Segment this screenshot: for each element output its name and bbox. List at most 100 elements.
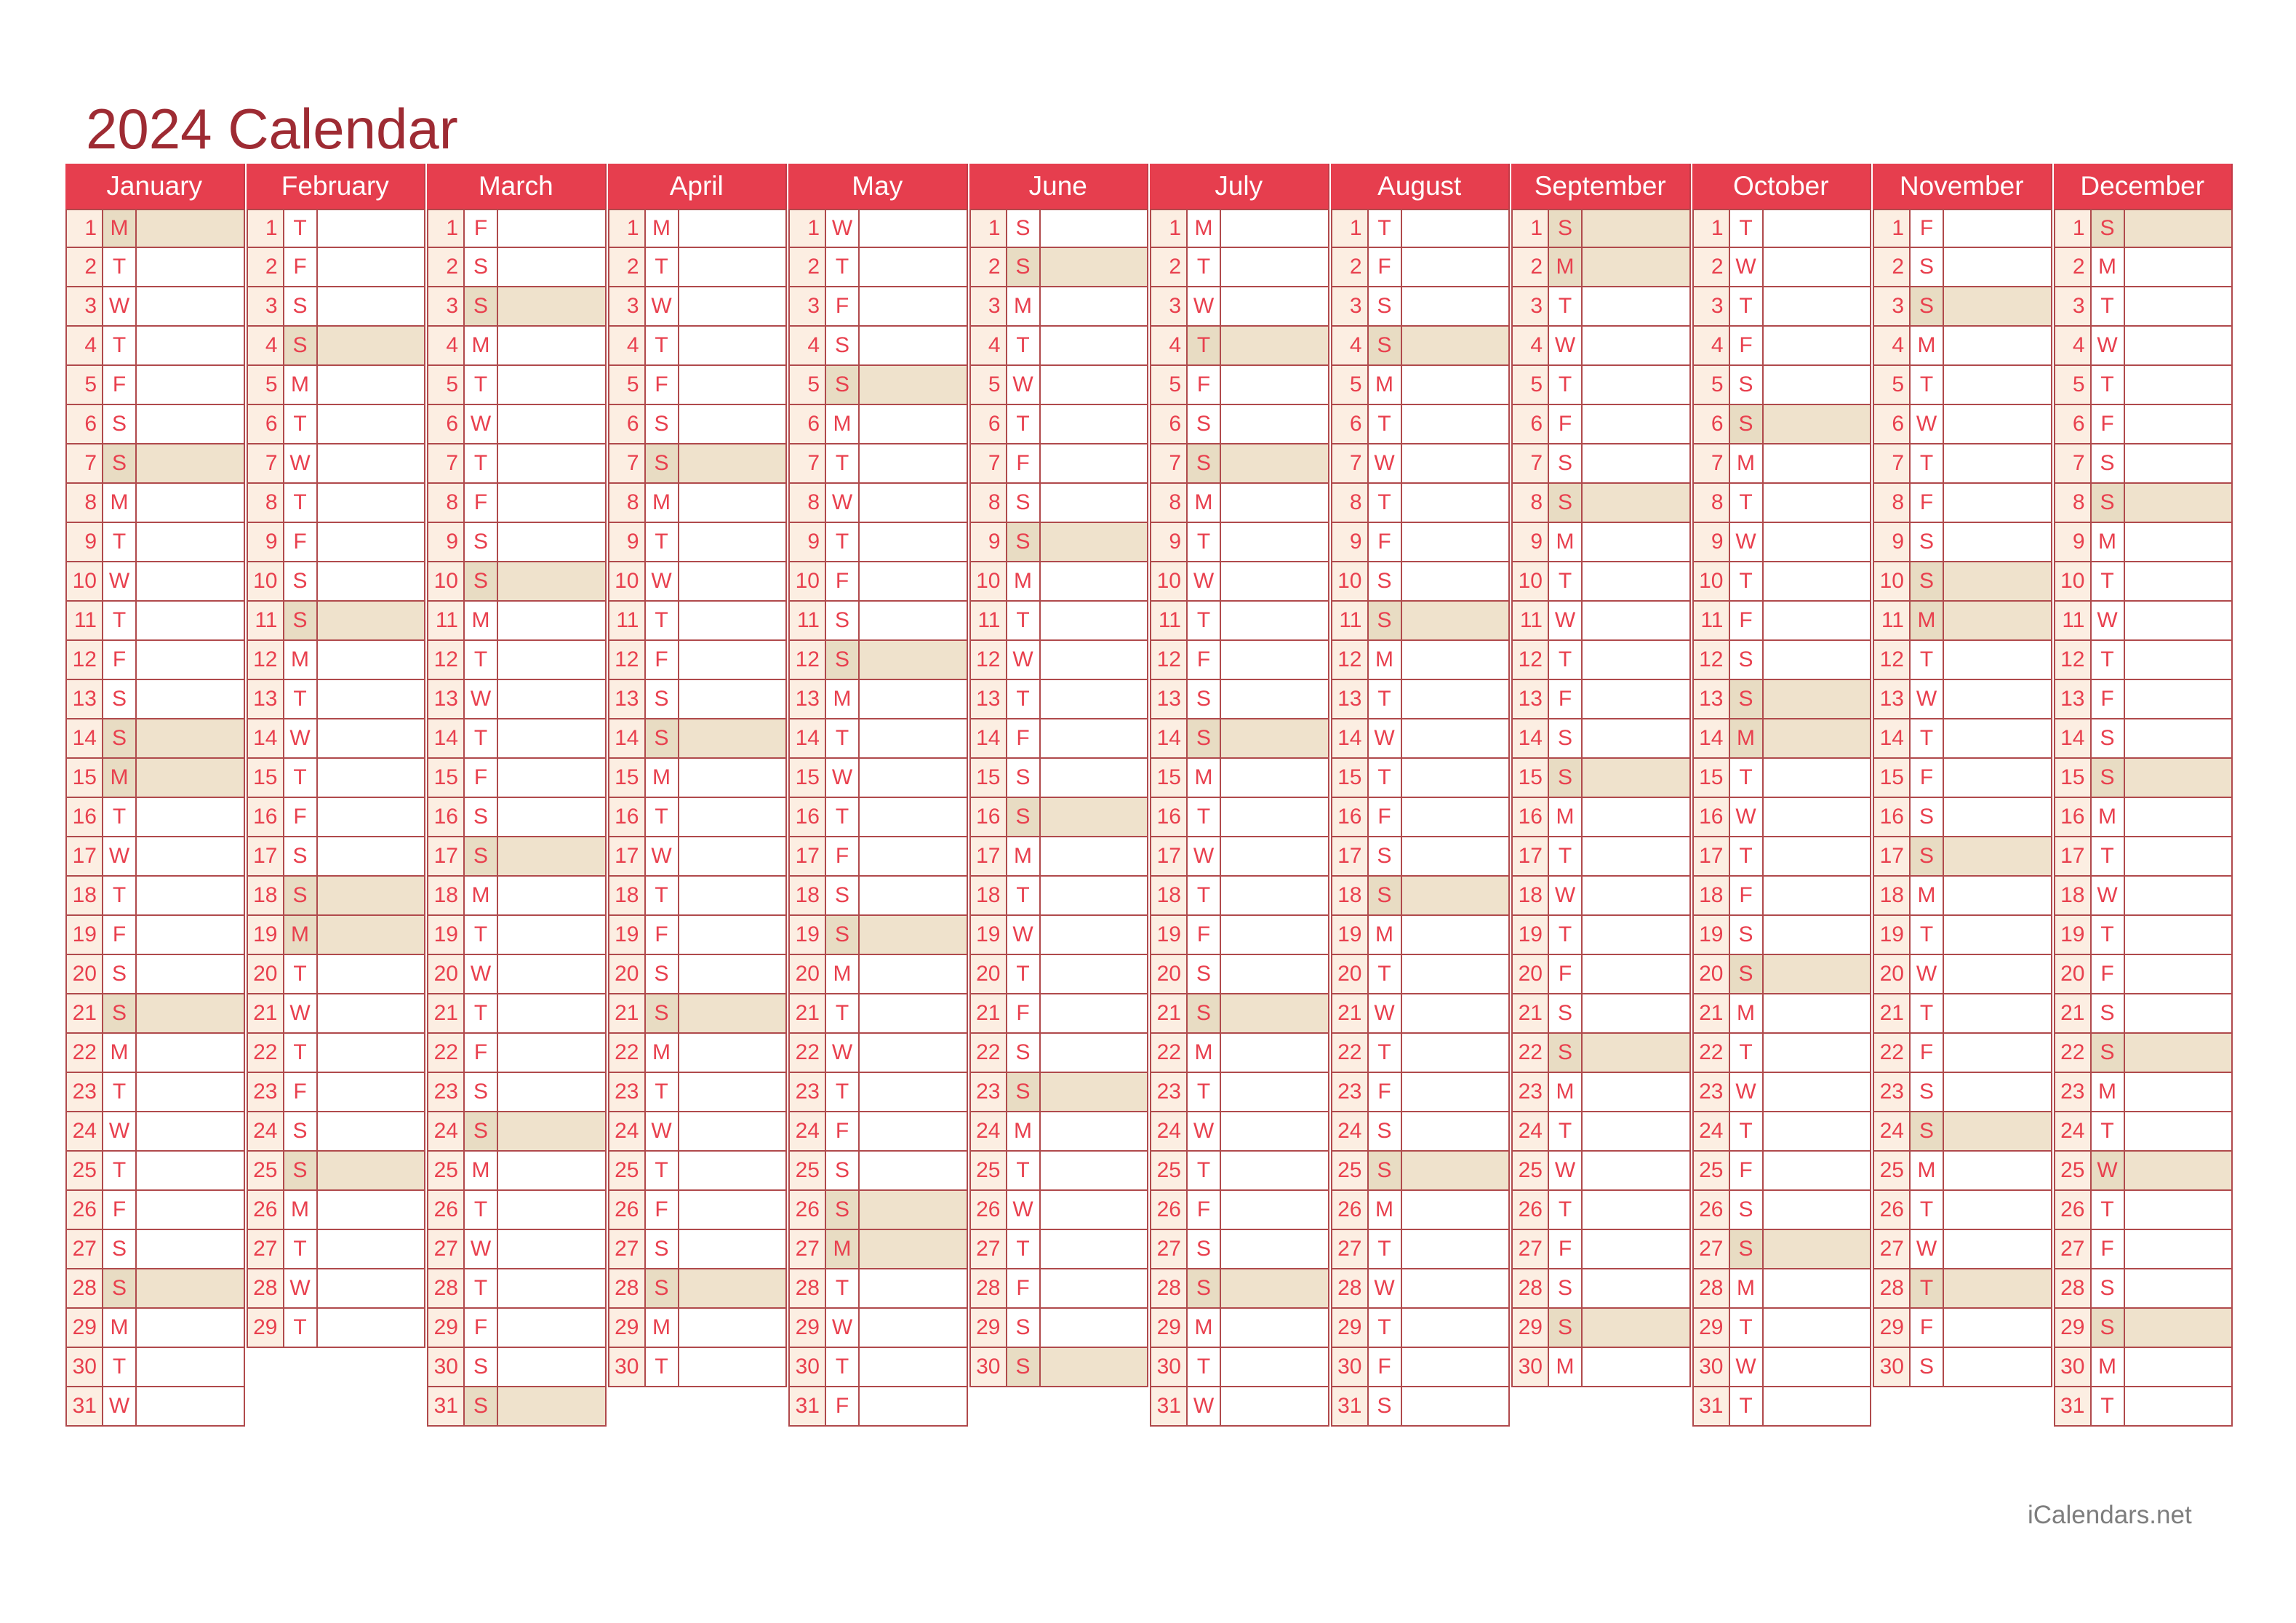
day-row[interactable]: 5W xyxy=(969,366,1148,405)
day-note-field[interactable] xyxy=(498,327,607,366)
day-note-field[interactable] xyxy=(860,916,968,955)
day-note-field[interactable] xyxy=(860,837,968,877)
day-note-field[interactable] xyxy=(679,1348,787,1387)
day-note-field[interactable] xyxy=(1763,955,1871,994)
day-row[interactable]: 17 M xyxy=(969,837,1148,877)
day-row[interactable]: 30 W xyxy=(1692,1348,1871,1387)
day-row[interactable]: 15 S xyxy=(969,759,1148,798)
day-note-field[interactable] xyxy=(1583,1152,1691,1191)
day-note-field[interactable] xyxy=(1401,1309,1510,1348)
day-note-field[interactable] xyxy=(1401,1112,1510,1152)
day-row[interactable]: 17 T xyxy=(1511,837,1691,877)
day-note-field[interactable] xyxy=(1040,1034,1148,1073)
day-row[interactable]: 12 S xyxy=(1692,641,1871,680)
day-row[interactable]: 4M xyxy=(427,327,607,366)
day-note-field[interactable] xyxy=(1763,1191,1871,1230)
day-row[interactable]: 16 M xyxy=(2053,798,2233,837)
day-row[interactable]: 12 T xyxy=(1873,641,2052,680)
day-row[interactable]: 18 W xyxy=(2053,877,2233,916)
day-row[interactable]: 15 T xyxy=(246,759,425,798)
day-note-field[interactable] xyxy=(1944,366,2052,405)
day-note-field[interactable] xyxy=(1944,641,2052,680)
day-row[interactable]: 23 T xyxy=(788,1073,968,1112)
day-row[interactable]: 26 F xyxy=(607,1191,787,1230)
day-row[interactable]: 9F xyxy=(246,523,425,562)
day-note-field[interactable] xyxy=(1763,484,1871,523)
day-note-field[interactable] xyxy=(1401,955,1510,994)
day-row[interactable]: 23 S xyxy=(969,1073,1148,1112)
day-note-field[interactable] xyxy=(1944,916,2052,955)
day-note-field[interactable] xyxy=(137,1230,245,1269)
day-note-field[interactable] xyxy=(317,562,425,602)
day-note-field[interactable] xyxy=(1401,562,1510,602)
day-note-field[interactable] xyxy=(1221,759,1329,798)
day-row[interactable]: 8W xyxy=(788,484,968,523)
day-row[interactable]: 19 F xyxy=(1150,916,1329,955)
day-note-field[interactable] xyxy=(860,1230,968,1269)
day-row[interactable]: 27 S xyxy=(1692,1230,1871,1269)
day-note-field[interactable] xyxy=(2124,680,2233,719)
day-note-field[interactable] xyxy=(1040,916,1148,955)
day-note-field[interactable] xyxy=(1040,248,1148,287)
day-row[interactable]: 10 T xyxy=(1692,562,1871,602)
day-row[interactable]: 2W xyxy=(1692,248,1871,287)
day-row[interactable]: 3T xyxy=(2053,287,2233,327)
day-note-field[interactable] xyxy=(2124,1230,2233,1269)
day-row[interactable]: 25 M xyxy=(1873,1152,2052,1191)
day-note-field[interactable] xyxy=(860,1309,968,1348)
day-row[interactable]: 27 F xyxy=(1511,1230,1691,1269)
day-note-field[interactable] xyxy=(317,1034,425,1073)
day-row[interactable]: 13 F xyxy=(2053,680,2233,719)
day-row[interactable]: 26 T xyxy=(427,1191,607,1230)
day-row[interactable]: 31 F xyxy=(788,1387,968,1427)
day-row[interactable]: 7F xyxy=(969,444,1148,484)
day-row[interactable]: 24 M xyxy=(969,1112,1148,1152)
day-row[interactable]: 16 F xyxy=(246,798,425,837)
day-row[interactable]: 5F xyxy=(1150,366,1329,405)
day-row[interactable]: 22 W xyxy=(788,1034,968,1073)
month-header[interactable]: October xyxy=(1692,164,1871,209)
day-row[interactable]: 30 S xyxy=(427,1348,607,1387)
day-row[interactable]: 18 M xyxy=(1873,877,2052,916)
day-note-field[interactable] xyxy=(679,1073,787,1112)
day-row[interactable]: 22 T xyxy=(1692,1034,1871,1073)
day-note-field[interactable] xyxy=(1401,759,1510,798)
day-note-field[interactable] xyxy=(1221,994,1329,1034)
day-row[interactable]: 29 F xyxy=(1873,1309,2052,1348)
day-row[interactable]: 22 M xyxy=(607,1034,787,1073)
day-note-field[interactable] xyxy=(1583,484,1691,523)
day-row[interactable]: 17 F xyxy=(788,837,968,877)
day-note-field[interactable] xyxy=(1763,877,1871,916)
day-row[interactable]: 17 S xyxy=(427,837,607,877)
day-row[interactable]: 21 T xyxy=(1873,994,2052,1034)
day-note-field[interactable] xyxy=(1221,366,1329,405)
day-note-field[interactable] xyxy=(1583,327,1691,366)
day-note-field[interactable] xyxy=(137,484,245,523)
day-row[interactable]: 28 F xyxy=(969,1269,1148,1309)
day-note-field[interactable] xyxy=(1763,1387,1871,1427)
day-note-field[interactable] xyxy=(498,523,607,562)
day-row[interactable]: 13 S xyxy=(65,680,245,719)
day-row[interactable]: 11 T xyxy=(607,602,787,641)
day-note-field[interactable] xyxy=(1763,1152,1871,1191)
day-note-field[interactable] xyxy=(498,1073,607,1112)
day-row[interactable]: 13 S xyxy=(1150,680,1329,719)
day-row[interactable]: 27 S xyxy=(1150,1230,1329,1269)
day-note-field[interactable] xyxy=(1040,877,1148,916)
day-note-field[interactable] xyxy=(679,562,787,602)
day-row[interactable]: 15 S xyxy=(2053,759,2233,798)
day-note-field[interactable] xyxy=(137,209,245,248)
day-note-field[interactable] xyxy=(1763,562,1871,602)
day-note-field[interactable] xyxy=(1763,719,1871,759)
day-row[interactable]: 30 T xyxy=(1150,1348,1329,1387)
day-row[interactable]: 8S xyxy=(969,484,1148,523)
day-note-field[interactable] xyxy=(1401,1034,1510,1073)
day-row[interactable]: 20 S xyxy=(1692,955,1871,994)
day-row[interactable]: 24 T xyxy=(2053,1112,2233,1152)
day-note-field[interactable] xyxy=(1040,484,1148,523)
day-note-field[interactable] xyxy=(317,719,425,759)
day-note-field[interactable] xyxy=(1040,719,1148,759)
day-row[interactable]: 3M xyxy=(969,287,1148,327)
day-row[interactable]: 30 T xyxy=(607,1348,787,1387)
day-note-field[interactable] xyxy=(2124,248,2233,287)
